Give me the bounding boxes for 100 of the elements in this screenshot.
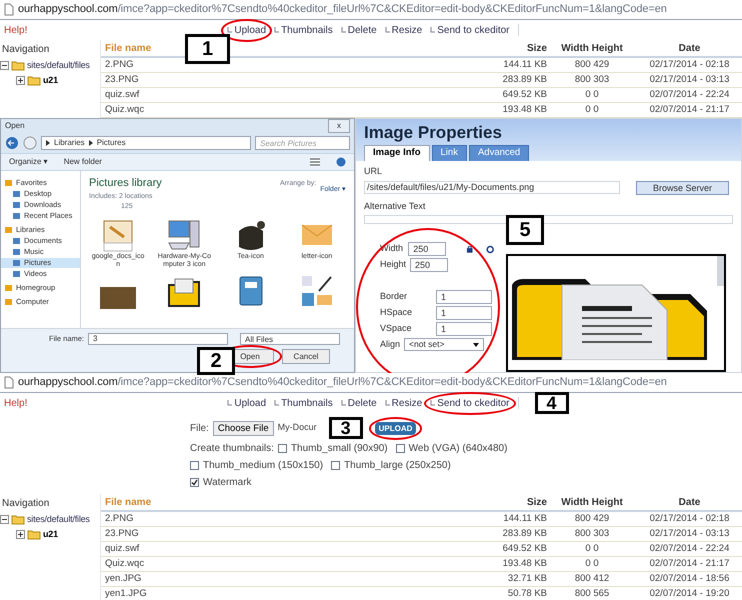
view-icon[interactable] xyxy=(310,158,320,166)
breadcrumb-item[interactable]: Pictures xyxy=(96,137,126,149)
back-icon[interactable] xyxy=(5,136,19,150)
date-cell-text: 02/07/2014 - 21:17 xyxy=(648,103,730,117)
spacing-label: HSpace xyxy=(380,306,414,320)
checkbox[interactable] xyxy=(190,478,199,487)
help-icon[interactable] xyxy=(336,157,346,167)
file-name-cell[interactable]: 23.PNG xyxy=(101,73,467,88)
close-button[interactable]: x xyxy=(328,119,350,133)
collapse-icon[interactable] xyxy=(0,515,9,524)
url-label: URL xyxy=(364,165,384,178)
date-cell-text: 02/17/2014 - 03:13 xyxy=(648,527,730,541)
scrollbar[interactable] xyxy=(717,256,724,286)
align-dropdown[interactable]: <not set> xyxy=(404,338,484,352)
dropdown-arrow-icon xyxy=(473,342,480,347)
toolbar-link[interactable]: Thumbnails xyxy=(281,22,333,38)
tool-icon xyxy=(227,400,232,406)
expand-icon[interactable] xyxy=(16,530,25,539)
toolbar-link[interactable]: Upload xyxy=(234,22,266,38)
option-label: Web (VGA) (640x480) xyxy=(408,442,508,456)
address-bar[interactable]: Libraries Pictures xyxy=(41,136,251,150)
breadcrumb-item[interactable]: Libraries xyxy=(54,137,85,149)
page-icon xyxy=(4,376,14,389)
folder-icon xyxy=(11,60,25,71)
date-cell-text: 02/07/2014 - 22:24 xyxy=(648,542,730,556)
alternative-text-label: Alternative Text xyxy=(364,200,426,212)
date-cell-text: 02/17/2014 - 02:18 xyxy=(648,512,730,526)
toolbar-link[interactable]: Delete xyxy=(348,396,377,410)
url-field[interactable]: /sites/default/files/u21/My-Documents.png xyxy=(364,181,620,194)
checkbox[interactable] xyxy=(190,461,199,470)
tree-item[interactable]: sites/default/files xyxy=(27,58,90,72)
text-field[interactable]: 1 xyxy=(436,322,492,336)
toolbar-link[interactable]: Upload xyxy=(234,396,266,410)
text-field[interactable]: 250 xyxy=(408,242,446,256)
date-cell-text: 02/07/2014 - 21:17 xyxy=(648,557,730,571)
column-header[interactable]: Width Height xyxy=(547,40,637,56)
tree-item[interactable]: u21 xyxy=(43,74,58,88)
chevron-icon xyxy=(46,140,50,146)
dialog-title: Image Properties xyxy=(364,123,503,143)
folder-icon xyxy=(11,514,25,525)
file-name-cell[interactable]: yen.JPG xyxy=(101,572,467,586)
alternative-text-field[interactable] xyxy=(364,215,733,224)
file-name-cell[interactable]: Quiz.wqc xyxy=(101,557,467,572)
checkbox[interactable] xyxy=(331,461,340,470)
tool-icon xyxy=(430,27,436,33)
dialog-tab[interactable]: Image Info xyxy=(364,145,430,161)
browse-server-button[interactable]: Browse Server xyxy=(636,180,730,194)
address-url[interactable]: ourhappyschool.com/imce?app=ckeditor%7Csendto%40ckeditor_fileUrl%7C&CKEditor=edit-body&CKEditorFuncNum=1&langCode=en xyxy=(18,1,667,18)
file-type-dropdown[interactable]: All Files xyxy=(240,333,340,345)
toolbar-link[interactable]: Resize xyxy=(392,396,422,410)
tree-item[interactable]: sites/default/files xyxy=(27,512,90,526)
file-name-cell[interactable]: 23.PNG xyxy=(101,527,467,542)
text-field[interactable]: 250 xyxy=(410,258,448,272)
date-cell-text: 02/07/2014 - 18:56 xyxy=(648,572,730,586)
address-url[interactable]: ourhappyschool.com/imce?app=ckeditor%7Csendto%40ckeditor_fileUrl%7C&CKEditor=edit-body&CKEditorFuncNum=1&langCode=en xyxy=(18,374,667,391)
folder-icon xyxy=(27,529,41,540)
file-name-cell[interactable]: quiz.swf xyxy=(101,88,467,102)
column-header[interactable]: Size xyxy=(467,40,547,56)
tree-item[interactable]: u21 xyxy=(43,528,58,542)
column-header[interactable]: Date xyxy=(637,494,742,510)
text-field[interactable]: 1 xyxy=(436,306,492,320)
toolbar-link[interactable]: Thumbnails xyxy=(281,396,333,410)
folder-icon xyxy=(27,75,41,86)
toolbar-link[interactable]: Send to ckeditor xyxy=(437,22,510,38)
upload-button[interactable]: UPLOAD xyxy=(374,422,416,435)
dimensions-cell-text: 800 303 xyxy=(574,73,610,87)
toolbar-link[interactable]: Delete xyxy=(348,22,377,38)
new-folder-button[interactable]: New folder xyxy=(64,156,102,168)
file-name-field[interactable]: 3 xyxy=(88,333,228,345)
help-link[interactable]: Help! xyxy=(0,396,28,410)
file-name-cell[interactable]: yen1.JPG xyxy=(101,587,467,600)
help-link[interactable]: Help! xyxy=(0,22,28,38)
file-name-cell[interactable]: 2.PNG xyxy=(101,512,467,526)
checkbox[interactable] xyxy=(396,444,405,453)
column-header[interactable]: Date xyxy=(637,40,742,56)
toolbar-link[interactable]: Resize xyxy=(392,22,422,38)
organize-button[interactable]: Organize ▾ xyxy=(9,156,48,168)
expand-icon[interactable] xyxy=(16,76,25,85)
spacing-label: Border xyxy=(380,290,408,304)
collapse-icon[interactable] xyxy=(0,61,9,70)
tool-icon xyxy=(384,27,390,33)
search-field[interactable]: Search Pictures xyxy=(255,136,350,150)
file-name-cell[interactable]: quiz.swf xyxy=(101,542,467,556)
size-cell-text: 649.52 KB xyxy=(502,88,547,102)
align-label: Align xyxy=(380,338,400,351)
dimensions-cell-text: 800 412 xyxy=(574,572,610,586)
file-name-cell[interactable]: Quiz.wqc xyxy=(101,103,467,118)
text-field[interactable]: 1 xyxy=(436,290,492,304)
reset-icon[interactable] xyxy=(486,244,494,254)
dimensions-cell-text: 0 0 xyxy=(584,103,600,117)
date-cell-text: 02/17/2014 - 03:13 xyxy=(648,73,730,87)
choose-file-button[interactable]: Choose File xyxy=(212,420,274,436)
cancel-button[interactable]: Cancel xyxy=(282,349,330,364)
lock-icon[interactable] xyxy=(466,245,474,253)
toolbar-link[interactable]: Send to ckeditor xyxy=(437,396,510,410)
size-cell-text: 283.89 KB xyxy=(502,527,547,541)
tool-icon xyxy=(384,400,390,406)
column-header[interactable]: Width Height xyxy=(547,494,637,510)
checkbox[interactable] xyxy=(278,444,287,453)
column-header[interactable]: Size xyxy=(467,494,547,510)
